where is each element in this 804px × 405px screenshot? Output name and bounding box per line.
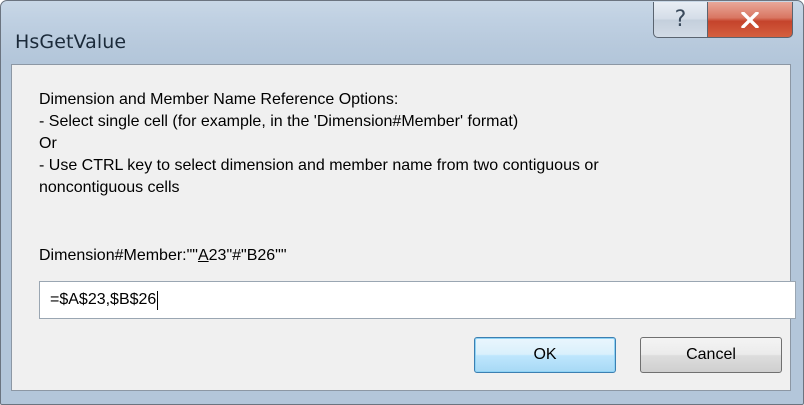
close-button[interactable]	[707, 2, 793, 38]
dialog-window: HsGetValue ? Dimension and Member Name R…	[0, 0, 804, 405]
text-caret	[157, 290, 159, 310]
description-line: noncontiguous cells	[39, 179, 180, 196]
description-line: - Select single cell (for example, in th…	[39, 113, 519, 130]
options-description: Dimension and Member Name Reference Opti…	[39, 89, 799, 199]
dimension-member-label: Dimension#Member:""A23"#"B26""	[39, 247, 287, 265]
input-value: =$A$23,$B$26	[50, 291, 157, 308]
title-bar[interactable]: HsGetValue ?	[1, 1, 803, 64]
label-mnemonic: A	[197, 247, 209, 264]
question-mark-icon: ?	[674, 7, 687, 32]
close-icon	[741, 11, 759, 28]
window-title: HsGetValue	[15, 31, 127, 53]
label-suffix: 23"#"B26""	[208, 247, 287, 264]
description-line: - Use CTRL key to select dimension and m…	[39, 157, 599, 174]
label-prefix: Dimension#Member:""	[39, 247, 198, 264]
description-line: Dimension and Member Name Reference Opti…	[39, 91, 399, 108]
ok-button[interactable]: OK	[474, 337, 616, 373]
description-line: Or	[39, 135, 57, 152]
dimension-member-input[interactable]: =$A$23,$B$26	[39, 281, 796, 319]
cancel-button[interactable]: Cancel	[640, 337, 782, 373]
help-button[interactable]: ?	[653, 2, 708, 38]
dialog-body: Dimension and Member Name Reference Opti…	[11, 64, 796, 391]
